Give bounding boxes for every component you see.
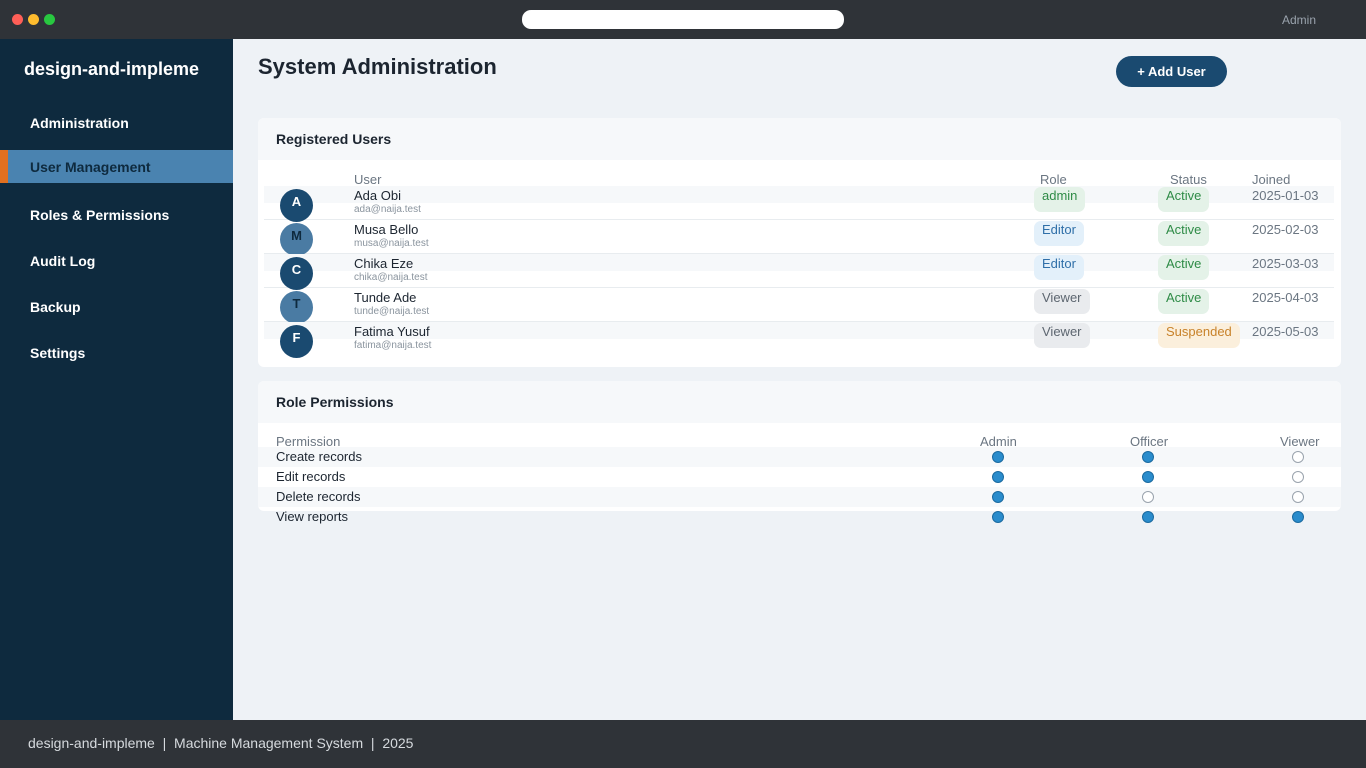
permission-officer-dot[interactable] [1142, 491, 1154, 503]
role-badge: Editor [1034, 255, 1084, 280]
user-name: Tunde Ade [354, 290, 417, 305]
sidebar-item-label: Settings [30, 345, 86, 361]
avatar: T [280, 291, 313, 324]
role-badge: Viewer [1034, 289, 1090, 314]
sidebar-item-administration[interactable]: Administration [0, 106, 233, 139]
maximize-window-icon[interactable] [44, 14, 55, 25]
card-title: Role Permissions [276, 394, 394, 410]
footer: design-and-impleme | Machine Management … [0, 720, 1366, 768]
user-email: ada@naija.test [354, 204, 421, 215]
avatar: C [280, 257, 313, 290]
minimize-window-icon[interactable] [28, 14, 39, 25]
add-user-button[interactable]: + Add User [1116, 56, 1227, 87]
column-header-status: Status [1170, 172, 1207, 187]
permission-admin-dot[interactable] [992, 451, 1004, 463]
sidebar: design-and-impleme Administration User M… [0, 39, 233, 720]
user-name: Ada Obi [354, 188, 401, 203]
card-title: Registered Users [276, 131, 392, 147]
status-badge: Suspended [1158, 323, 1240, 348]
user-email: fatima@naija.test [354, 340, 432, 351]
table-row[interactable]: T Tunde Ade tunde@naija.test Viewer Acti… [264, 288, 1334, 324]
role-badge: Viewer [1034, 323, 1090, 348]
joined-date: 2025-01-03 [1252, 188, 1319, 203]
page-title: System Administration [258, 54, 497, 79]
top-user-label[interactable]: Admin [1282, 13, 1316, 27]
permission-label: View reports [276, 509, 349, 524]
sidebar-item-label: Administration [30, 115, 129, 131]
permission-viewer-dot[interactable] [1292, 451, 1304, 463]
title-bar: Admin [0, 0, 1366, 39]
status-badge: Active [1158, 187, 1210, 212]
sidebar-item-label: Backup [30, 299, 81, 315]
sidebar-item-audit-log[interactable]: Audit Log [0, 244, 233, 277]
user-email: tunde@naija.test [354, 306, 430, 317]
permission-viewer-dot[interactable] [1292, 511, 1304, 523]
permission-admin-dot[interactable] [992, 511, 1004, 523]
status-badge: Active [1158, 289, 1210, 314]
table-row[interactable]: M Musa Bello musa@naija.test Editor Acti… [264, 220, 1334, 256]
role-badge: Editor [1034, 221, 1084, 246]
joined-date: 2025-03-03 [1252, 256, 1319, 271]
permission-officer-dot[interactable] [1142, 511, 1154, 523]
address-bar[interactable] [522, 10, 844, 29]
permission-label: Create records [276, 449, 362, 464]
status-badge: Active [1158, 255, 1210, 280]
avatar: A [280, 189, 313, 222]
column-header-joined: Joined [1252, 172, 1291, 187]
joined-date: 2025-05-03 [1252, 324, 1319, 339]
permission-admin-dot[interactable] [992, 471, 1004, 483]
joined-date: 2025-04-03 [1252, 290, 1319, 305]
table-row[interactable]: C Chika Eze chika@naija.test Editor Acti… [264, 254, 1334, 290]
active-indicator [0, 150, 8, 183]
permission-row: Edit records [258, 467, 1341, 487]
permission-officer-dot[interactable] [1142, 451, 1154, 463]
sidebar-item-settings[interactable]: Settings [0, 336, 233, 369]
column-header-user: User [354, 172, 382, 187]
permission-row: View reports [258, 507, 1341, 527]
status-badge: Active [1158, 221, 1210, 246]
footer-text: design-and-impleme | Machine Management … [28, 735, 414, 751]
user-name: Musa Bello [354, 222, 419, 237]
joined-date: 2025-02-03 [1252, 222, 1319, 237]
user-name: Chika Eze [354, 256, 414, 271]
permission-row: Delete records [258, 487, 1341, 507]
sidebar-item-label: User Management [30, 159, 151, 175]
sidebar-item-label: Audit Log [30, 253, 96, 269]
user-email: chika@naija.test [354, 272, 428, 283]
sidebar-item-label: Roles & Permissions [30, 207, 170, 223]
permission-viewer-dot[interactable] [1292, 471, 1304, 483]
permission-label: Edit records [276, 469, 346, 484]
user-email: musa@naija.test [354, 238, 429, 249]
table-row[interactable]: F Fatima Yusuf fatima@naija.test Viewer … [264, 322, 1334, 358]
role-badge: admin [1034, 187, 1086, 212]
user-name: Fatima Yusuf [354, 324, 430, 339]
permission-admin-dot[interactable] [992, 491, 1004, 503]
permission-officer-dot[interactable] [1142, 471, 1154, 483]
avatar: M [280, 223, 313, 256]
brand-title: design-and-impleme [24, 59, 200, 79]
column-header-role: Role [1040, 172, 1067, 187]
card-header: Role Permissions [258, 381, 1341, 423]
avatar: F [280, 325, 313, 358]
close-window-icon[interactable] [12, 14, 23, 25]
sidebar-item-roles-permissions[interactable]: Roles & Permissions [0, 198, 233, 231]
permission-viewer-dot[interactable] [1292, 491, 1304, 503]
card-header: Registered Users [258, 118, 1341, 160]
table-row[interactable]: A Ada Obi ada@naija.test admin Active 20… [264, 186, 1334, 222]
permission-label: Delete records [276, 489, 361, 504]
permission-row: Create records [258, 447, 1341, 467]
sidebar-item-user-management[interactable]: User Management [0, 150, 233, 183]
sidebar-item-backup[interactable]: Backup [0, 290, 233, 323]
